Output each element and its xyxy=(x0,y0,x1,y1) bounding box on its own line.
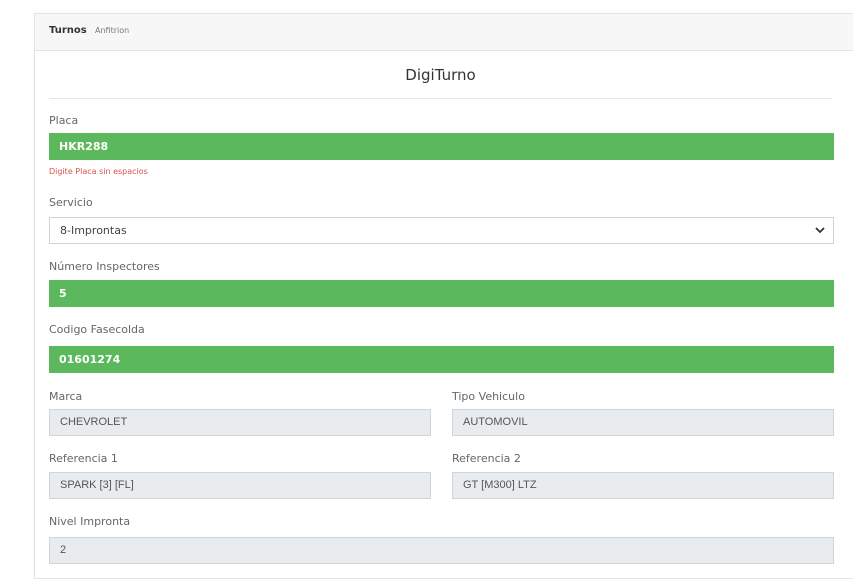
card-header-title: Turnos xyxy=(49,25,87,36)
inspectores-input[interactable]: 5 xyxy=(49,280,834,307)
placa-label: Placa xyxy=(49,114,79,127)
referencia1-input: SPARK [3] [FL] xyxy=(49,472,431,499)
servicio-label: Servicio xyxy=(49,196,93,209)
nivel-impronta-label: Nivel Impronta xyxy=(49,515,131,528)
placa-input[interactable]: HKR288 xyxy=(49,133,834,160)
referencia2-input: GT [M300] LTZ xyxy=(452,472,834,499)
fasecolda-label: Codigo Fasecolda xyxy=(49,323,145,336)
chevron-down-icon xyxy=(815,227,825,234)
fasecolda-input[interactable]: 01601274 xyxy=(49,346,834,373)
tipo-vehiculo-label: Tipo Vehiculo xyxy=(452,390,525,403)
placa-help-text: Digite Placa sin espacios xyxy=(49,167,148,176)
tipo-vehiculo-input: AUTOMOVIL xyxy=(452,409,834,436)
referencia1-label: Referencia 1 xyxy=(49,452,118,465)
marca-label: Marca xyxy=(49,390,83,403)
servicio-selected-value: 8-Improntas xyxy=(60,224,127,237)
servicio-select[interactable]: 8-Improntas xyxy=(49,217,834,244)
form-title: DigiTurno xyxy=(49,64,832,99)
marca-input: CHEVROLET xyxy=(49,409,431,436)
card-header-subtitle: Anfitrion xyxy=(95,26,130,35)
inspectores-label: Número Inspectores xyxy=(49,260,160,273)
nivel-impronta-input: 2 xyxy=(49,537,834,564)
turnos-card: Turnos Anfitrion DigiTurno Placa HKR288 … xyxy=(34,13,853,579)
referencia2-label: Referencia 2 xyxy=(452,452,521,465)
card-header: Turnos Anfitrion xyxy=(35,14,853,51)
